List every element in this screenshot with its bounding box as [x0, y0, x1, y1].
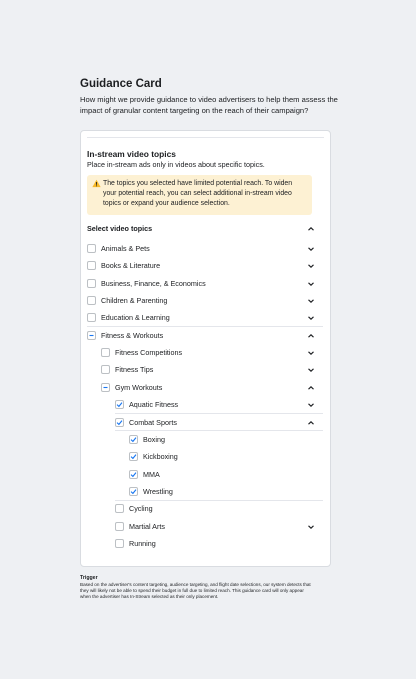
topic-label: Education & Learning	[101, 313, 170, 323]
checkbox-indeterminate[interactable]	[87, 330, 96, 340]
topic-row[interactable]: MMA	[129, 466, 160, 483]
topic-label: MMA	[143, 469, 160, 479]
checkbox-checked[interactable]	[115, 417, 124, 427]
checkbox[interactable]	[87, 313, 96, 323]
chevron-down-icon[interactable]	[307, 402, 315, 408]
minus-icon	[103, 386, 108, 388]
checkbox-checked[interactable]	[129, 434, 138, 444]
chevron-up-icon[interactable]	[307, 420, 315, 426]
checkbox-indeterminate[interactable]	[101, 382, 110, 392]
chevron-down-icon[interactable]	[307, 315, 315, 321]
topic-label: Animals & Pets	[101, 244, 150, 253]
topic-label: Wrestling	[143, 486, 173, 496]
topic-label: Running	[129, 538, 156, 548]
topic-label: Books & Literature	[101, 261, 161, 271]
topic-row[interactable]: Gym Workouts	[101, 379, 162, 396]
checkbox[interactable]	[101, 365, 110, 375]
check-icon	[130, 489, 137, 495]
topic-label: Cycling	[129, 504, 153, 514]
page-subtitle: How might we provide guidance to video a…	[80, 95, 338, 115]
chevron-down-icon[interactable]	[307, 367, 315, 373]
checkbox-checked[interactable]	[129, 452, 138, 462]
footer-title: Trigger	[80, 575, 98, 581]
checkbox[interactable]	[115, 504, 124, 514]
topic-row[interactable]: Martial Arts	[115, 518, 165, 535]
topic-row[interactable]: Education & Learning	[87, 309, 170, 326]
topic-row[interactable]: Fitness Tips	[101, 361, 153, 378]
checkbox-checked[interactable]	[129, 469, 138, 479]
section-description: Place in-stream ads only in videos about…	[87, 160, 265, 169]
topic-label: Boxing	[143, 434, 165, 444]
topic-row[interactable]: Animals & Pets	[87, 240, 150, 257]
check-icon	[116, 419, 123, 425]
check-icon	[130, 454, 137, 460]
topic-label: Martial Arts	[129, 521, 165, 531]
topic-row[interactable]: Children & Parenting	[87, 292, 167, 309]
topic-row[interactable]: Books & Literature	[87, 257, 160, 274]
topic-row[interactable]: Fitness & Workouts	[87, 327, 163, 344]
chevron-up-icon[interactable]	[307, 333, 315, 339]
topic-label: Aquatic Fitness	[129, 400, 179, 410]
warning-text: The topics you selected have limited pot…	[103, 180, 293, 207]
chevron-down-icon[interactable]	[307, 281, 315, 287]
topic-label: Fitness Competitions	[115, 348, 183, 358]
check-icon	[130, 437, 137, 443]
topic-label: Fitness Tips	[115, 365, 154, 375]
checkbox[interactable]	[87, 244, 96, 253]
topic-label: Children & Parenting	[101, 296, 168, 306]
topic-row[interactable]: Combat Sports	[115, 414, 177, 431]
topic-row[interactable]: Wrestling	[129, 483, 173, 500]
topic-row[interactable]: Business, Finance, & Economics	[87, 275, 206, 292]
check-icon	[116, 402, 123, 408]
chevron-down-icon[interactable]	[307, 524, 315, 530]
topic-row[interactable]: Fitness Competitions	[101, 344, 182, 361]
warning-icon	[92, 179, 101, 188]
checkbox[interactable]	[115, 538, 124, 548]
checkbox-checked[interactable]	[129, 486, 138, 496]
chevron-down-icon[interactable]	[307, 263, 315, 269]
topic-row[interactable]: Running	[115, 535, 156, 552]
checkbox[interactable]	[115, 521, 124, 531]
chevron-down-icon[interactable]	[307, 350, 315, 356]
topic-label: Combat Sports	[129, 417, 177, 427]
footer-text: Based on the advertiser's content target…	[80, 582, 311, 599]
select-topics-title: Select video topics	[87, 224, 153, 233]
checkbox[interactable]	[87, 261, 96, 271]
topic-label: Fitness & Workouts	[101, 330, 164, 340]
topic-row[interactable]: Aquatic Fitness	[115, 396, 178, 413]
checkbox[interactable]	[101, 348, 110, 358]
checkbox-checked[interactable]	[115, 400, 124, 410]
topic-label: Kickboxing	[143, 452, 178, 462]
chevron-down-icon[interactable]	[307, 246, 315, 252]
chevron-up-icon[interactable]	[307, 385, 315, 391]
topic-row[interactable]: Kickboxing	[129, 448, 178, 465]
guidance-card: In-stream video topics Place in-stream a…	[80, 130, 331, 567]
topic-label: Gym Workouts	[115, 382, 163, 392]
card-divider	[87, 137, 324, 138]
chevron-down-icon[interactable]	[307, 298, 315, 304]
limited-reach-warning: The topics you selected have limited pot…	[87, 175, 312, 215]
chevron-up-icon[interactable]	[307, 226, 315, 232]
minus-icon	[89, 334, 94, 336]
checkbox[interactable]	[87, 296, 96, 306]
topic-label: Business, Finance, & Economics	[101, 278, 206, 288]
topic-row[interactable]: Boxing	[129, 431, 165, 448]
section-title: In-stream video topics	[87, 149, 176, 159]
check-icon	[130, 471, 137, 477]
checkbox[interactable]	[87, 278, 96, 288]
topic-row[interactable]: Cycling	[115, 500, 153, 517]
page-title: Guidance Card	[80, 78, 162, 90]
